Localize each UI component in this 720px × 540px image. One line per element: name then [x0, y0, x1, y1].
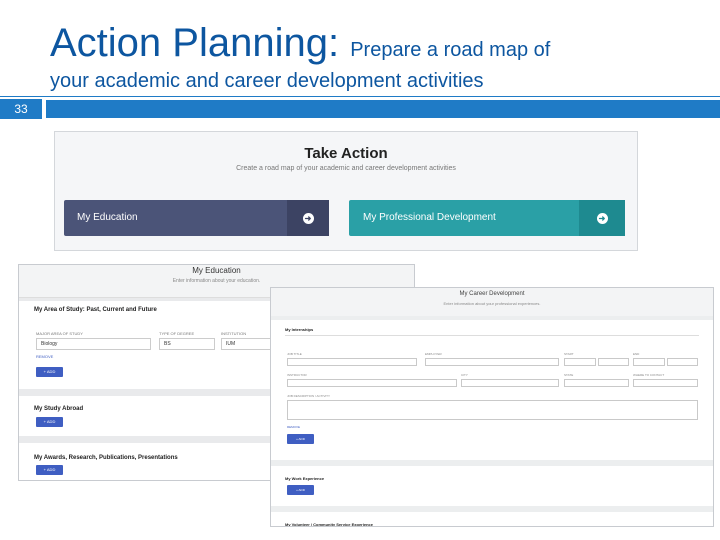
field-label-institution: INSTITUTION	[221, 331, 247, 336]
label-start: START	[564, 352, 574, 356]
slide-title-line2: your academic and career development act…	[50, 70, 484, 92]
my-education-label: My Education	[77, 212, 138, 223]
add-internship-button[interactable]: + ADD	[287, 434, 314, 444]
state-input[interactable]	[564, 379, 629, 387]
remove-link[interactable]: REMOVE	[36, 354, 53, 359]
remove-link[interactable]: REMOVE	[287, 425, 300, 429]
employer-input[interactable]	[425, 358, 559, 366]
divider	[285, 335, 699, 336]
internships-title: My Internships	[285, 327, 314, 332]
field-label-degree: TYPE OF DEGREE	[159, 331, 195, 336]
label-state: STATE	[564, 373, 574, 377]
internships-section: My Internships JOB TITLE EMPLOYER START …	[271, 320, 713, 460]
take-action-title: Take Action	[304, 145, 388, 162]
label-contact: WHERE TO CONTACT	[633, 373, 665, 377]
header-rule-thin	[0, 96, 720, 97]
take-action-subtitle: Create a road map of your academic and c…	[236, 165, 456, 172]
contact-input[interactable]	[633, 379, 698, 387]
slide-title-main: Action Planning:	[50, 21, 351, 65]
take-action-panel: Take Action Create a road map of your ac…	[54, 131, 638, 251]
my-education-arrow[interactable]: ➜	[287, 200, 329, 236]
label-end: END	[633, 352, 640, 356]
add-study-button[interactable]: + ADD	[36, 367, 63, 377]
area-of-study-title: My Area of Study: Past, Current and Futu…	[34, 307, 157, 313]
job-title-input[interactable]	[287, 358, 417, 366]
slide-number: 33	[0, 99, 42, 119]
slide-title-sub: Prepare a road map of	[350, 39, 551, 61]
volunteer-section: My Volunteer / Community Service Experie…	[271, 512, 713, 527]
my-professional-development-arrow[interactable]: ➜	[579, 200, 625, 236]
start-year-select[interactable]	[598, 358, 629, 366]
volunteer-title: My Volunteer / Community Service Experie…	[285, 522, 373, 527]
education-header-title: My Education	[192, 266, 241, 275]
label-job-title: JOB TITLE	[287, 352, 302, 356]
my-professional-development-label: My Professional Development	[363, 212, 496, 223]
arrow-right-icon: ➜	[302, 212, 314, 224]
education-header-subtitle: Enter information about your education.	[172, 278, 261, 284]
work-experience-title: My Work Experience	[285, 476, 325, 481]
major-input[interactable]: Biology	[36, 338, 151, 350]
instructor-input[interactable]	[287, 379, 457, 387]
my-career-development-screenshot: My Career Development Enter information …	[270, 287, 714, 527]
add-study-abroad-button[interactable]: + ADD	[36, 417, 63, 427]
start-month-select[interactable]	[564, 358, 596, 366]
slide-title: Action Planning: Prepare a road map of	[50, 20, 550, 73]
my-professional-development-button[interactable]: My Professional Development ➜	[349, 200, 625, 236]
career-header-subtitle: Enter information about your professiona…	[443, 301, 541, 306]
add-awards-button[interactable]: + ADD	[36, 465, 63, 475]
label-description: JOB DESCRIPTION / ACTIVITY	[287, 394, 331, 398]
header-rule-bar	[46, 100, 720, 118]
field-label-major: MAJOR AREA OF STUDY	[36, 331, 83, 336]
study-abroad-title: My Study Abroad	[34, 406, 84, 412]
work-experience-section: My Work Experience + ADD	[271, 466, 713, 506]
city-input[interactable]	[461, 379, 559, 387]
label-instructor: INSTRUCTOR	[287, 373, 307, 377]
my-education-button[interactable]: My Education ➜	[64, 200, 329, 236]
arrow-right-icon: ➜	[596, 212, 608, 224]
end-month-select[interactable]	[633, 358, 665, 366]
degree-input[interactable]: BS	[159, 338, 215, 350]
end-year-select[interactable]	[667, 358, 698, 366]
awards-title: My Awards, Research, Publications, Prese…	[34, 455, 178, 461]
career-header-title: My Career Development	[459, 291, 525, 297]
add-work-button[interactable]: + ADD	[287, 485, 314, 495]
career-header: My Career Development Enter information …	[271, 288, 713, 316]
description-textarea[interactable]	[287, 400, 698, 420]
label-city: CITY	[461, 373, 468, 377]
label-employer: EMPLOYER	[425, 352, 442, 356]
